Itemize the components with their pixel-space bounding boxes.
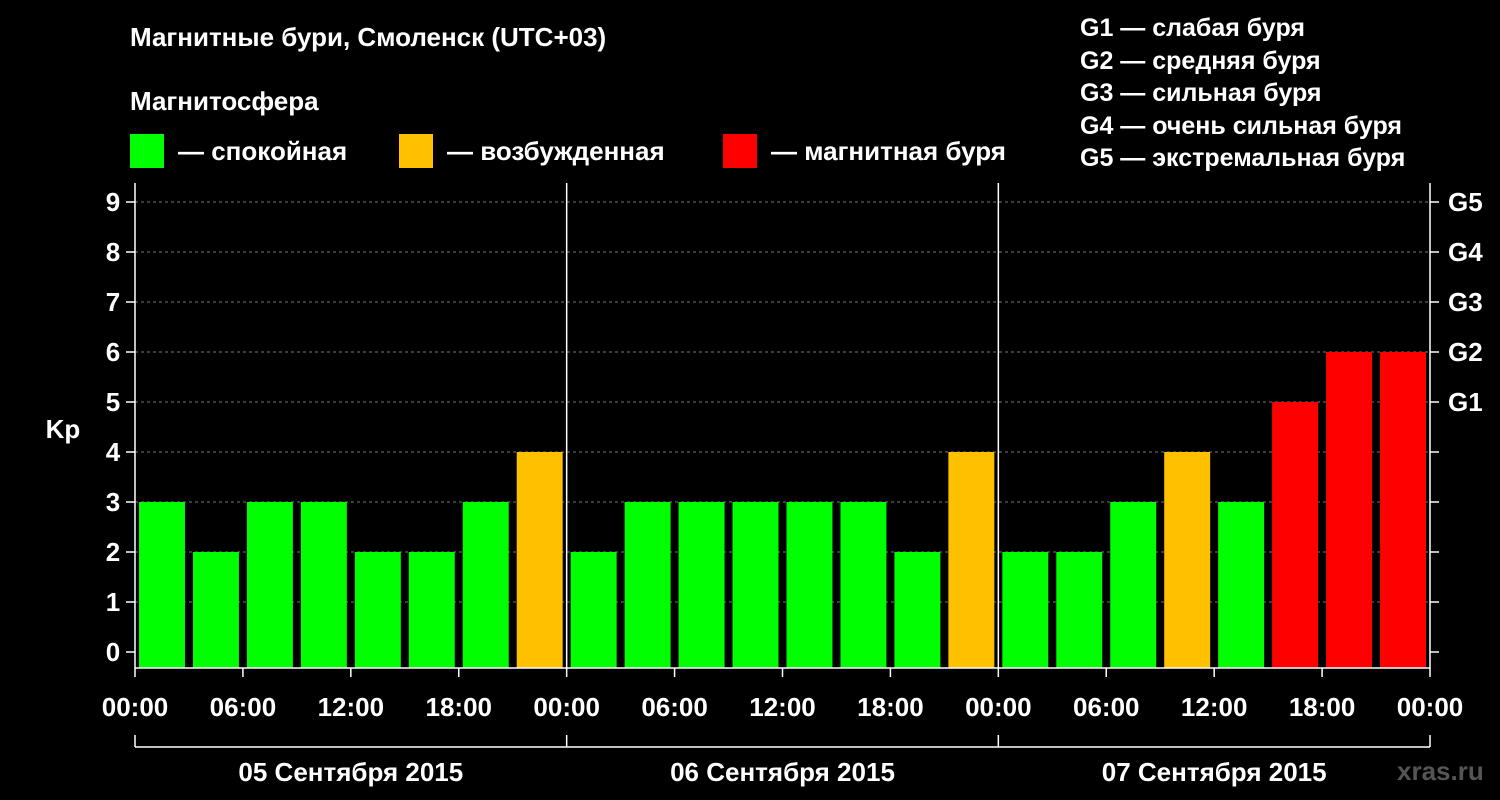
kp-bar <box>1002 552 1049 668</box>
y-tick-label: 3 <box>106 487 120 517</box>
g-tick-label: G2 <box>1448 337 1483 367</box>
watermark: xras.ru <box>1397 756 1484 786</box>
kp-bar <box>1110 502 1157 668</box>
y-tick-label: 8 <box>106 237 120 267</box>
day-label: 05 Сентября 2015 <box>238 757 463 787</box>
kp-bar <box>192 552 239 668</box>
y-tick-label: 5 <box>106 387 120 417</box>
x-tick-label: 00:00 <box>965 692 1032 722</box>
kp-bar <box>894 552 941 668</box>
x-tick-label: 06:00 <box>1073 692 1140 722</box>
x-tick-label: 00:00 <box>102 692 169 722</box>
y-tick-label: 9 <box>106 187 120 217</box>
kp-bar <box>624 502 671 668</box>
y-tick-label: 1 <box>106 587 120 617</box>
y-tick-label: 7 <box>106 287 120 317</box>
x-tick-label: 00:00 <box>1397 692 1464 722</box>
kp-bar <box>1218 502 1265 668</box>
kp-bar <box>139 502 185 668</box>
kp-bar <box>516 452 563 668</box>
kp-bar <box>948 452 995 668</box>
day-label: 06 Сентября 2015 <box>670 757 895 787</box>
kp-bar <box>1380 352 1426 668</box>
kp-bar <box>1272 402 1319 668</box>
y-tick-label: 6 <box>106 337 120 367</box>
kp-bar <box>1326 352 1373 668</box>
y-tick-label: 4 <box>106 437 121 467</box>
g-tick-label: G3 <box>1448 287 1483 317</box>
kp-bar <box>786 502 833 668</box>
kp-bar <box>462 502 509 668</box>
kp-bar <box>840 502 887 668</box>
x-tick-label: 00:00 <box>533 692 600 722</box>
x-tick-label: 06:00 <box>210 692 277 722</box>
kp-bar <box>732 502 779 668</box>
kp-bar <box>1164 452 1211 668</box>
y-tick-label: 2 <box>106 537 120 567</box>
x-tick-label: 12:00 <box>318 692 385 722</box>
g-tick-label: G5 <box>1448 187 1483 217</box>
y-tick-label: 0 <box>106 637 120 667</box>
x-tick-label: 12:00 <box>749 692 816 722</box>
x-tick-label: 18:00 <box>1289 692 1356 722</box>
kp-bar <box>246 502 293 668</box>
kp-bar <box>678 502 725 668</box>
kp-bar <box>300 502 347 668</box>
kp-bar <box>570 552 617 668</box>
kp-bar <box>408 552 455 668</box>
x-tick-label: 06:00 <box>641 692 708 722</box>
day-label: 07 Сентября 2015 <box>1102 757 1327 787</box>
g-tick-label: G1 <box>1448 387 1483 417</box>
x-tick-label: 18:00 <box>857 692 924 722</box>
kp-bar <box>1056 552 1103 668</box>
x-tick-label: 18:00 <box>426 692 493 722</box>
g-tick-label: G4 <box>1448 237 1483 267</box>
kp-bar <box>354 552 401 668</box>
y-axis-label: Kp <box>46 414 81 444</box>
kp-chart: 0 1 2 3 4 5 6 7 8 9 G1 G2 G3 G4 G5 Kp 00:00 06:00 12:00 18:… <box>46 183 1483 787</box>
x-tick-label: 12:00 <box>1181 692 1248 722</box>
